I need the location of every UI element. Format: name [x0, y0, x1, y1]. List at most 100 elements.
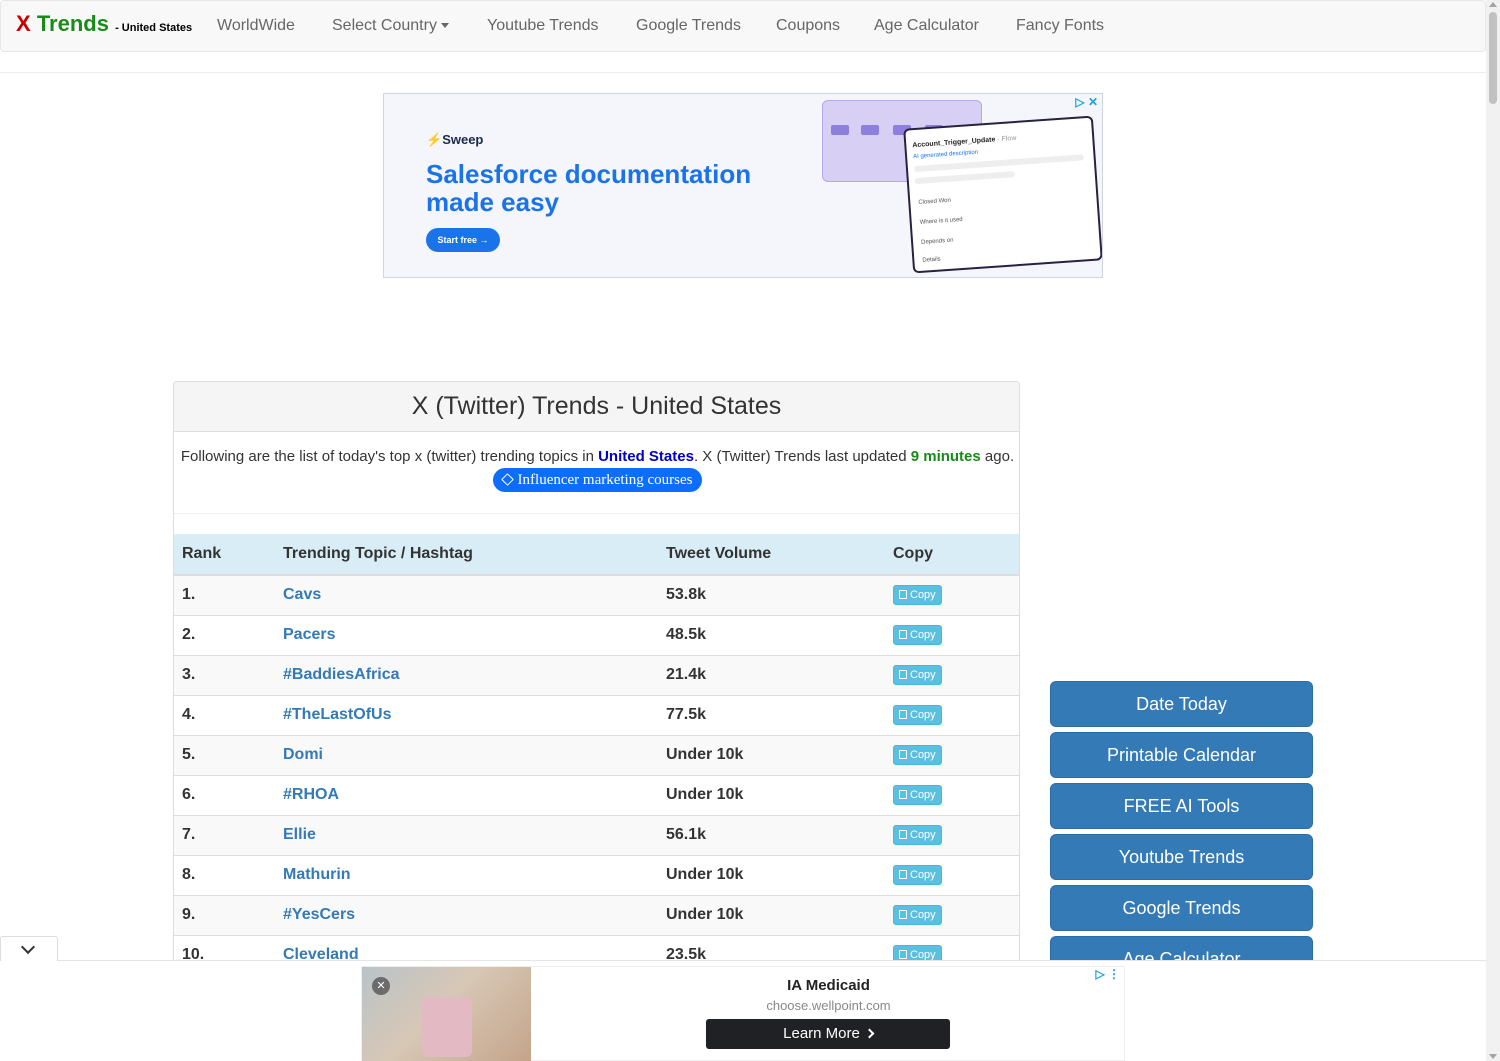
row-rank: 1. [174, 574, 275, 615]
nav-coupons[interactable]: Coupons [776, 17, 840, 35]
copy-label: Copy [910, 709, 936, 721]
page-scrollbar[interactable] [1486, 0, 1500, 1061]
table-header-row: Rank Trending Topic / Hashtag Tweet Volu… [174, 534, 1019, 576]
row-rank: 9. [174, 894, 275, 935]
copy-label: Copy [910, 829, 936, 841]
ad-headline: Salesforce documentation made easy [426, 159, 752, 217]
copy-button[interactable]: Copy [893, 865, 942, 885]
ad-card-illustration: Account_Trigger_Update · Flow AI generat… [903, 115, 1102, 274]
intro-prefix: Following are the list of today's top x … [180, 448, 599, 465]
ad-card-row: Details [922, 256, 941, 264]
sidebar-printable-calendar-button[interactable]: Printable Calendar [1050, 732, 1313, 778]
ad-card-title: Account_Trigger_Update [912, 136, 996, 150]
country-link[interactable]: United States [598, 448, 694, 465]
sidebar-free-ai-tools-button[interactable]: FREE AI Tools [1050, 783, 1313, 829]
brand-logo[interactable]: X Trends - United States [16, 11, 192, 37]
ad-brand: ⚡Sweep [426, 132, 484, 147]
table-row: 8. Mathurin Under 10k Copy [174, 854, 1019, 895]
row-copy-cell: Copy [885, 854, 1019, 895]
ad-video-thumbnail[interactable]: ✕ [362, 967, 531, 1061]
sidebar-date-today-button[interactable]: Date Today [1050, 681, 1313, 727]
row-rank: 4. [174, 694, 275, 735]
trend-topic-link[interactable]: Pacers [283, 626, 336, 643]
ad-card-suffix: · Flow [997, 134, 1017, 144]
row-copy-cell: Copy [885, 654, 1019, 695]
row-copy-cell: Copy [885, 894, 1019, 935]
row-volume: 53.8k [658, 574, 885, 615]
copy-button[interactable]: Copy [893, 705, 942, 725]
tag-icon [500, 473, 514, 486]
copy-button[interactable]: Copy [893, 745, 942, 765]
row-rank: 3. [174, 654, 275, 695]
nav-youtube-trends[interactable]: Youtube Trends [487, 17, 599, 35]
trend-topic-link[interactable]: #TheLastOfUs [283, 706, 391, 723]
ad-choices-icon[interactable]: ▷ ⋮ [1095, 967, 1120, 981]
ad-card-row: Depends on [920, 237, 954, 246]
ad-card-desc: AI generated description [912, 149, 979, 161]
trend-topic-link[interactable]: Mathurin [283, 866, 351, 883]
nav-google-trends[interactable]: Google Trends [636, 17, 741, 35]
table-row: 6. #RHOA Under 10k Copy [174, 774, 1019, 815]
scroll-down-arrow[interactable] [1489, 1054, 1497, 1059]
row-topic-cell: #RHOA [275, 774, 658, 815]
table-row: 9. #YesCers Under 10k Copy [174, 894, 1019, 935]
top-navbar: X Trends - United States WorldWide Selec… [0, 0, 1486, 52]
row-rank: 2. [174, 614, 275, 655]
row-copy-cell: Copy [885, 614, 1019, 655]
header-copy: Copy [885, 534, 1019, 576]
nav-worldwide[interactable]: WorldWide [217, 17, 295, 35]
copy-label: Copy [910, 749, 936, 761]
mute-icon[interactable]: ✕ [372, 977, 390, 995]
table-row: 3. #BaddiesAfrica 21.4k Copy [174, 654, 1019, 695]
ad-learn-more-button[interactable]: Learn More [706, 1019, 950, 1049]
trends-panel: X (Twitter) Trends - United States Follo… [173, 381, 1020, 1061]
row-copy-cell: Copy [885, 814, 1019, 855]
nav-age-calculator[interactable]: Age Calculator [874, 17, 979, 35]
trend-topic-link[interactable]: Ellie [283, 826, 316, 843]
row-rank: 5. [174, 734, 275, 775]
trend-topic-link[interactable]: Domi [283, 746, 323, 763]
row-volume: Under 10k [658, 894, 885, 935]
page-title: X (Twitter) Trends - United States [174, 382, 1019, 432]
nav-select-country[interactable]: Select Country [332, 17, 449, 35]
row-topic-cell: #YesCers [275, 894, 658, 935]
trend-topic-link[interactable]: #RHOA [283, 786, 339, 803]
bottom-advertisement[interactable]: ✕ IA Medicaid choose.wellpoint.com Learn… [361, 966, 1125, 1061]
copy-button[interactable]: Copy [893, 905, 942, 925]
copy-icon [899, 630, 907, 639]
scroll-thumb[interactable] [1489, 12, 1497, 104]
copy-icon [899, 750, 907, 759]
influencer-courses-link[interactable]: Influencer marketing courses [492, 468, 703, 492]
header-topic: Trending Topic / Hashtag [275, 534, 658, 576]
ad-image-swing [422, 997, 472, 1057]
nav-fancy-fonts[interactable]: Fancy Fonts [1016, 17, 1104, 35]
ad-choices-icon[interactable]: ▷ ✕ [1075, 95, 1098, 109]
table-row: 5. Domi Under 10k Copy [174, 734, 1019, 775]
copy-button[interactable]: Copy [893, 585, 942, 606]
copy-button[interactable]: Copy [893, 625, 942, 645]
brand-subtitle: - United States [115, 22, 193, 34]
brand-trends: Trends [36, 11, 109, 36]
ad-start-free-button[interactable]: Start free → [426, 228, 500, 252]
top-advertisement[interactable]: ▷ ✕ ⚡Sweep Salesforce documentation made… [383, 93, 1103, 278]
updated-minutes: 9 minutes [910, 448, 981, 465]
trend-topic-link[interactable]: #BaddiesAfrica [283, 666, 400, 683]
header-volume: Tweet Volume [658, 534, 885, 576]
copy-button[interactable]: Copy [893, 785, 942, 805]
copy-label: Copy [910, 629, 936, 641]
row-topic-cell: Pacers [275, 614, 658, 655]
scroll-up-arrow[interactable] [1489, 2, 1497, 7]
row-topic-cell: Ellie [275, 814, 658, 855]
copy-button[interactable]: Copy [893, 825, 942, 845]
trend-topic-link[interactable]: Cavs [283, 586, 321, 603]
collapse-ad-button[interactable] [0, 936, 58, 961]
copy-icon [899, 870, 907, 879]
sidebar-youtube-trends-button[interactable]: Youtube Trends [1050, 834, 1313, 880]
intro-text: Following are the list of today's top x … [174, 445, 1019, 492]
row-rank: 8. [174, 854, 275, 895]
row-volume: 77.5k [658, 694, 885, 735]
sidebar-google-trends-button[interactable]: Google Trends [1050, 885, 1313, 931]
row-topic-cell: Domi [275, 734, 658, 775]
trend-topic-link[interactable]: #YesCers [283, 906, 355, 923]
copy-button[interactable]: Copy [893, 665, 942, 685]
